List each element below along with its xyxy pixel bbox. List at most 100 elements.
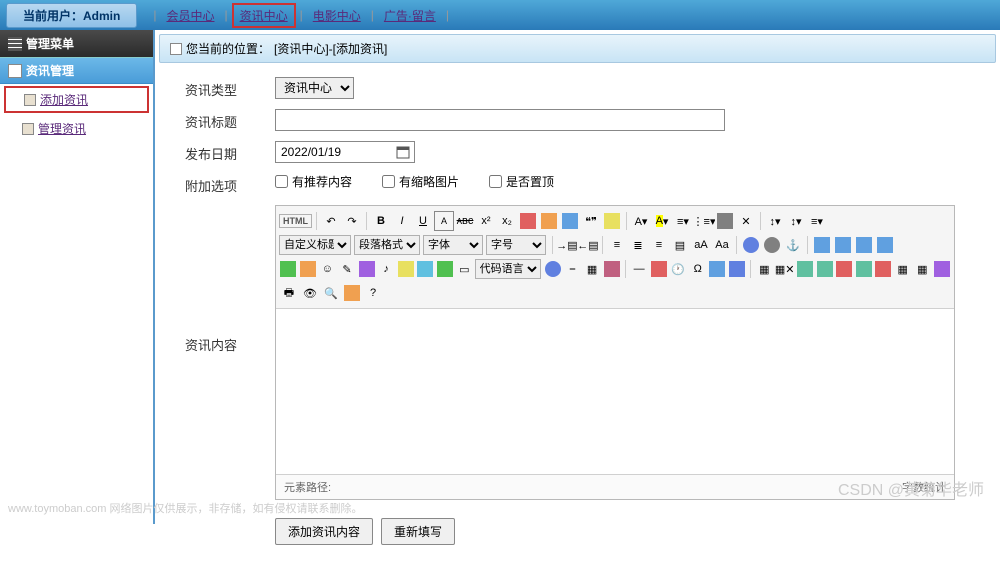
removeformat-icon[interactable] [518,211,538,231]
background-icon[interactable] [602,259,621,279]
insertrow-icon[interactable] [815,259,834,279]
checkbox-sticky[interactable]: 是否置顶 [489,173,554,190]
insertol-icon[interactable]: ≡▾ [673,211,693,231]
underline-icon[interactable]: U [413,211,433,231]
fontsize-select[interactable]: 字号 [486,235,546,255]
link-icon[interactable] [741,235,761,255]
insertframe-icon[interactable]: ▭ [455,259,474,279]
template-icon[interactable]: ▦ [583,259,602,279]
charts-icon[interactable] [933,259,952,279]
simpleupload-icon[interactable] [279,259,298,279]
preview-icon[interactable]: 👁 [300,283,320,303]
forecolor-icon[interactable]: A▾ [631,211,651,231]
redo-icon[interactable]: ↷ [342,211,362,231]
subscript-icon[interactable]: x₂ [497,211,517,231]
wordimage-icon[interactable] [728,259,747,279]
justifyright-icon[interactable]: ≡ [649,235,669,255]
deletetable-icon[interactable]: ▦✕ [775,259,795,279]
imageright-icon[interactable] [854,235,874,255]
codelang-select[interactable]: 代码语言 [475,259,541,279]
formatmatch-icon[interactable] [539,211,559,231]
time-icon[interactable]: 🕐 [669,259,688,279]
superscript-icon[interactable]: x² [476,211,496,231]
sidebar: 管理菜单 资讯管理 添加资讯 管理资讯 [0,30,155,524]
pagebreak-icon[interactable]: ⎯ [563,259,582,279]
pasteplain-icon[interactable] [602,211,622,231]
autotypeset-icon[interactable] [560,211,580,231]
sidebar-item-add-news[interactable]: 添加资讯 [4,86,149,113]
paragraph-select[interactable]: 段落格式 [354,235,420,255]
insertvideo-icon[interactable] [357,259,376,279]
webapp-icon[interactable] [544,259,563,279]
insertimage-icon[interactable] [299,259,318,279]
tolowercase-icon[interactable]: Aa [712,235,732,255]
music-icon[interactable]: ♪ [377,259,396,279]
anchor-icon[interactable]: ⚓ [783,235,803,255]
checkbox-recommend[interactable]: 有推荐内容 [275,173,352,190]
touppercase-icon[interactable]: aA [691,235,711,255]
scrawl-icon[interactable]: ✎ [338,259,357,279]
inserttable-icon[interactable]: ▦ [755,259,774,279]
strikethrough-icon[interactable]: ᴀʙᴄ [455,211,475,231]
fontborder-icon[interactable]: A [434,211,454,231]
custom-heading-select[interactable]: 自定义标题 [279,235,351,255]
searchreplace-icon[interactable]: 🔍 [321,283,341,303]
font-select[interactable]: 字体 [423,235,483,255]
mergecells-icon[interactable]: ▦ [893,259,912,279]
tab-ads-messages[interactable]: 广告·留言 [378,5,442,26]
undo-icon[interactable]: ↶ [321,211,341,231]
tab-movie-center[interactable]: 电影中心 [307,5,367,26]
submit-button[interactable]: 添加资讯内容 [275,518,373,545]
deleterow-icon[interactable] [835,259,854,279]
lineheight-icon[interactable]: ≡▾ [807,211,827,231]
rowspacingtop-icon[interactable]: ↕▾ [765,211,785,231]
date-icon[interactable] [649,259,668,279]
publish-date-input[interactable] [275,141,415,163]
bold-icon[interactable]: B [371,211,391,231]
justifyleft-icon[interactable]: ≡ [607,235,627,255]
insertparagraphbefore-icon[interactable] [796,259,815,279]
label-content: 资讯内容 [185,205,275,354]
html-source-button[interactable]: HTML [279,214,312,228]
blockquote-icon[interactable]: ❝❞ [581,211,601,231]
insertul-icon[interactable]: ⋮≡▾ [694,211,714,231]
selectall-icon[interactable] [715,211,735,231]
outdent-icon[interactable]: ←▤ [578,235,598,255]
imagenone-icon[interactable] [812,235,832,255]
page-icon [24,94,36,106]
cleardoc-icon[interactable]: ✕ [736,211,756,231]
gmap-icon[interactable] [436,259,455,279]
help-icon[interactable]: ? [363,283,383,303]
indent-icon[interactable]: →▤ [557,235,577,255]
reset-button[interactable]: 重新填写 [381,518,455,545]
snapscreen-icon[interactable] [708,259,727,279]
insertcol-icon[interactable] [854,259,873,279]
tab-news-center[interactable]: 资讯中心 [232,3,296,28]
deletecol-icon[interactable] [874,259,893,279]
checkbox-thumbnail[interactable]: 有缩略图片 [382,173,459,190]
drafts-icon[interactable] [342,283,362,303]
print-icon[interactable]: 🖶 [279,283,299,303]
sidebar-section-news[interactable]: 资讯管理 [0,57,153,84]
tab-member-center[interactable]: 会员中心 [160,5,220,26]
label-options: 附加选项 [185,173,275,195]
attachment-icon[interactable] [396,259,415,279]
backcolor-icon[interactable]: A▾ [652,211,672,231]
top-nav-tabs: | 会员中心 | 资讯中心 | 电影中心 | 广告·留言 | [151,3,451,28]
editor-content-area[interactable] [276,309,954,474]
justifyfull-icon[interactable]: ▤ [670,235,690,255]
sidebar-item-manage-news[interactable]: 管理资讯 [0,115,153,142]
italic-icon[interactable]: I [392,211,412,231]
imagecenter-icon[interactable] [875,235,895,255]
map-icon[interactable] [416,259,435,279]
news-type-select[interactable]: 资讯中心 [275,77,354,99]
horizontal-icon[interactable]: — [630,259,649,279]
imageleft-icon[interactable] [833,235,853,255]
emotion-icon[interactable]: ☺ [318,259,337,279]
spechars-icon[interactable]: Ω [688,259,707,279]
rowspacingbottom-icon[interactable]: ↕▾ [786,211,806,231]
news-title-input[interactable] [275,109,725,131]
unlink-icon[interactable] [762,235,782,255]
justifycenter-icon[interactable]: ≣ [628,235,648,255]
splittocells-icon[interactable]: ▦ [913,259,932,279]
